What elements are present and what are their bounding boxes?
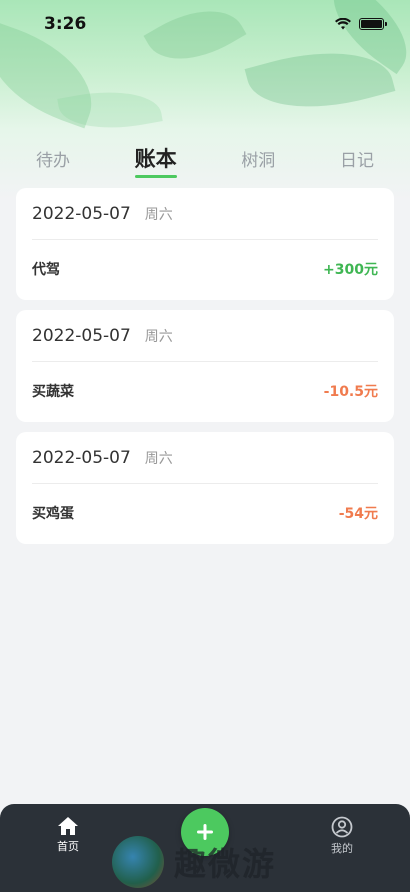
tab-diary[interactable]: 日记 <box>340 138 374 178</box>
tab-ledger[interactable]: 账本 <box>134 138 177 178</box>
entry-item: 代驾 <box>32 262 60 278</box>
entry-date: 2022-05-07 <box>32 203 131 224</box>
card-header: 2022-05-07 周六 <box>32 432 378 484</box>
battery-icon <box>359 18 387 30</box>
entry-item: 买鸡蛋 <box>32 506 74 522</box>
entry-date: 2022-05-07 <box>32 325 131 346</box>
card-header: 2022-05-07 周六 <box>32 310 378 362</box>
card-header: 2022-05-07 周六 <box>32 188 378 240</box>
ledger-card[interactable]: 2022-05-07 周六 买鸡蛋 -54元 <box>16 432 394 544</box>
entry-date: 2022-05-07 <box>32 447 131 468</box>
wifi-icon <box>335 18 351 30</box>
entry-weekday: 周六 <box>144 450 173 467</box>
ledger-list: 2022-05-07 周六 代驾 +300元 2022-05-07 周六 买蔬菜… <box>16 188 394 544</box>
tabbar-home-label: 首页 <box>57 840 79 853</box>
entry-item: 买蔬菜 <box>32 384 74 400</box>
entry-amount: -10.5元 <box>323 384 378 400</box>
tabbar-mine-label: 我的 <box>331 842 353 855</box>
status-icons <box>335 18 387 30</box>
status-time: 3:26 <box>44 14 87 34</box>
tab-todo[interactable]: 待办 <box>36 138 70 178</box>
entry-row: 买鸡蛋 -54元 <box>32 484 378 542</box>
entry-row: 代驾 +300元 <box>32 240 378 298</box>
tab-treehole[interactable]: 树洞 <box>241 138 275 178</box>
entry-weekday: 周六 <box>144 328 173 345</box>
watermark: 趣微游 <box>112 832 312 892</box>
watermark-logo <box>112 836 164 888</box>
tabbar-home[interactable]: 首页 <box>38 816 98 854</box>
ledger-card[interactable]: 2022-05-07 周六 代驾 +300元 <box>16 188 394 300</box>
user-icon <box>331 816 353 838</box>
top-tabs: 待办 账本 树洞 日记 <box>0 138 410 182</box>
entry-weekday: 周六 <box>144 206 173 223</box>
tabbar-mine[interactable]: 我的 <box>312 816 372 856</box>
watermark-text: 趣微游 <box>174 845 277 883</box>
entry-amount: +300元 <box>323 262 378 278</box>
home-icon <box>58 817 78 835</box>
entry-amount: -54元 <box>338 506 378 522</box>
entry-row: 买蔬菜 -10.5元 <box>32 362 378 420</box>
status-bar: 3:26 <box>0 0 410 48</box>
ledger-card[interactable]: 2022-05-07 周六 买蔬菜 -10.5元 <box>16 310 394 422</box>
